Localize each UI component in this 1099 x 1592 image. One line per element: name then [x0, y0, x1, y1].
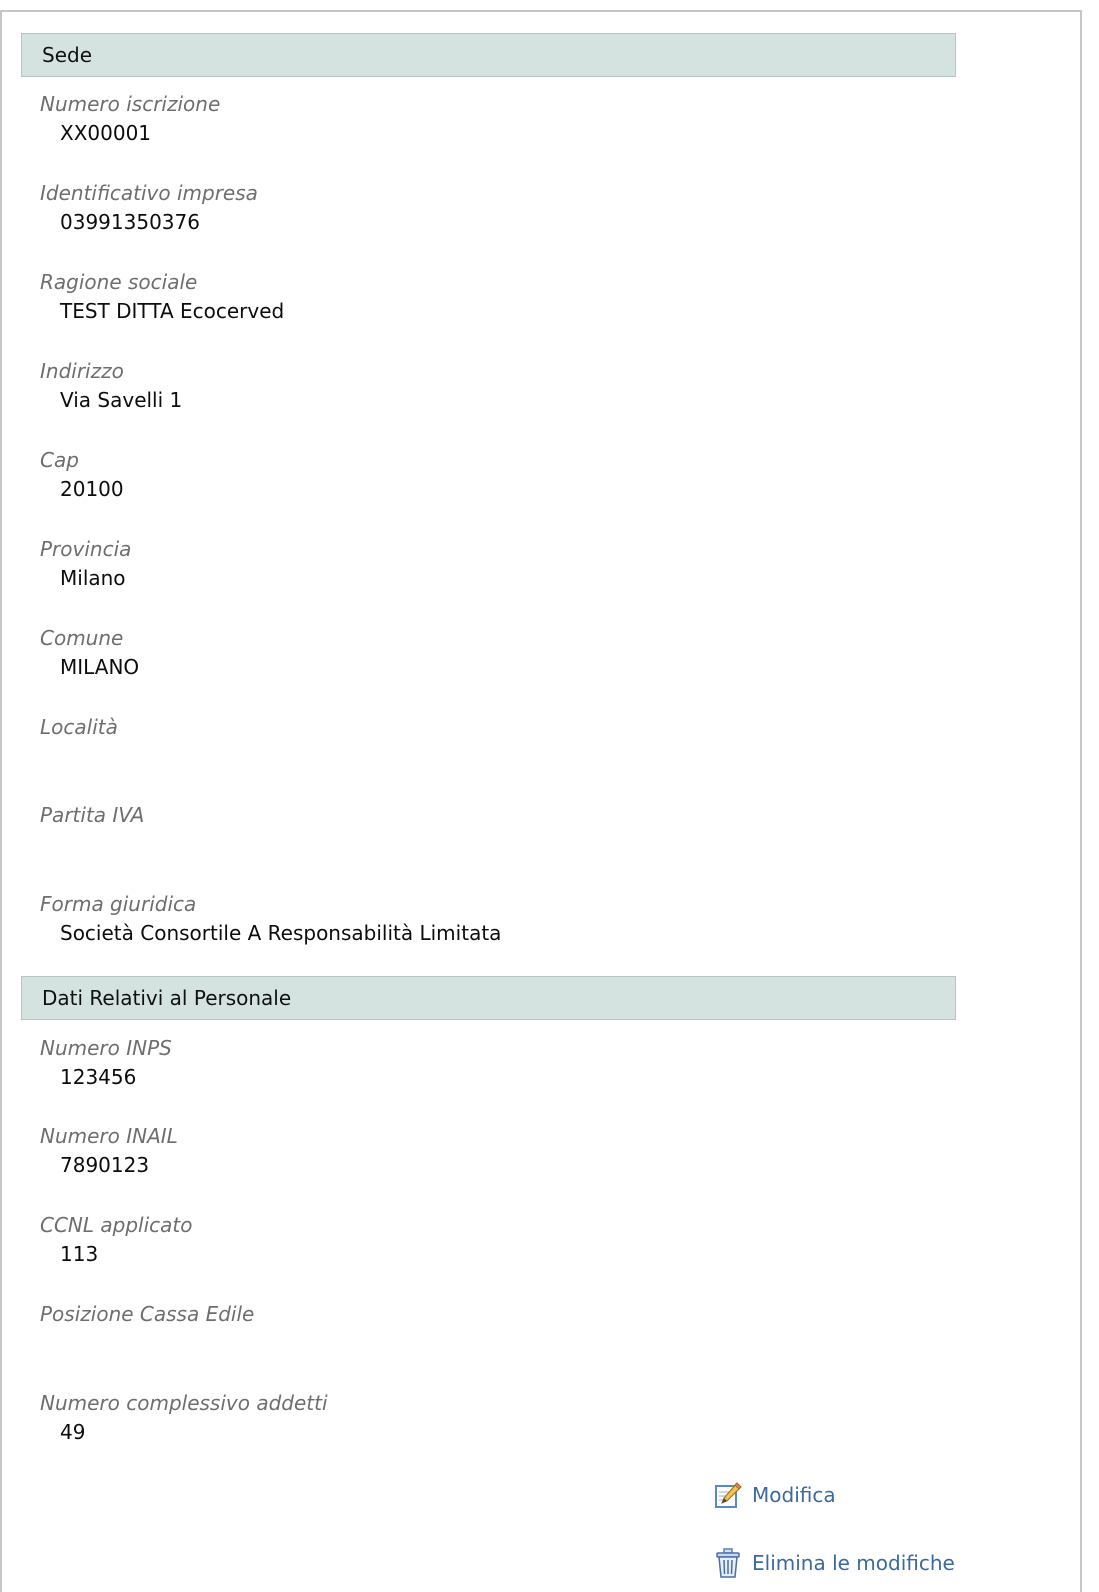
field-value: 7890123 [60, 1153, 150, 1177]
field-value: Milano [60, 566, 126, 590]
field-value: Via Savelli 1 [60, 388, 183, 412]
field-label: Identificativo impresa [40, 181, 258, 205]
edit-link[interactable]: Modifica [713, 1477, 836, 1513]
field-label: Provincia [40, 537, 132, 561]
field-numero-complessivo-addetti: Numero complessivo addetti 49 [40, 1389, 940, 1459]
edit-link-label: Modifica [752, 1483, 836, 1507]
field-partita-iva: Partita IVA [40, 801, 940, 871]
field-comune: Comune MILANO [40, 624, 940, 694]
field-value: 49 [60, 1420, 86, 1444]
field-numero-inps: Numero INPS 123456 [40, 1034, 940, 1104]
field-indirizzo: Indirizzo Via Savelli 1 [40, 357, 940, 427]
discard-changes-link[interactable]: Elimina le modifiche [713, 1545, 955, 1581]
field-value: TEST DITTA Ecocerved [60, 299, 285, 323]
section-title: Sede [42, 43, 92, 67]
field-label: Posizione Cassa Edile [40, 1302, 255, 1326]
discard-changes-link-label: Elimina le modifiche [752, 1551, 955, 1575]
field-value: Società Consortile A Responsabilità Limi… [60, 921, 502, 945]
field-label: Ragione sociale [40, 270, 198, 294]
field-value: 123456 [60, 1065, 137, 1089]
field-posizione-cassa-edile: Posizione Cassa Edile [40, 1300, 940, 1370]
field-label: Numero complessivo addetti [40, 1391, 328, 1415]
section-header-sede: Sede [21, 33, 956, 77]
field-numero-inail: Numero INAIL 7890123 [40, 1122, 940, 1192]
trash-can-icon [713, 1547, 743, 1579]
field-provincia: Provincia Milano [40, 535, 940, 605]
field-ragione-sociale: Ragione sociale TEST DITTA Ecocerved [40, 268, 940, 338]
field-label: CCNL applicato [40, 1213, 193, 1237]
field-identificativo-impresa: Identificativo impresa 03991350376 [40, 179, 940, 249]
field-label: Numero INAIL [40, 1124, 178, 1148]
field-label: Comune [40, 626, 124, 650]
field-value: 20100 [60, 477, 124, 501]
field-label: Numero INPS [40, 1036, 172, 1060]
field-label: Cap [40, 448, 79, 472]
field-value: 03991350376 [60, 210, 200, 234]
field-cap: Cap 20100 [40, 446, 940, 516]
field-localita: Località [40, 713, 940, 783]
field-label: Partita IVA [40, 803, 145, 827]
field-label: Numero iscrizione [40, 92, 221, 116]
field-ccnl-applicato: CCNL applicato 113 [40, 1211, 940, 1281]
section-title: Dati Relativi al Personale [42, 986, 292, 1010]
field-value: MILANO [60, 655, 140, 679]
field-forma-giuridica: Forma giuridica Società Consortile A Res… [40, 890, 940, 960]
field-numero-iscrizione: Numero iscrizione XX00001 [40, 90, 940, 160]
field-label: Forma giuridica [40, 892, 197, 916]
field-value: XX00001 [60, 121, 152, 145]
field-value: 113 [60, 1242, 99, 1266]
field-label: Località [40, 715, 118, 739]
section-header-personale: Dati Relativi al Personale [21, 976, 956, 1020]
pencil-edit-icon [713, 1479, 743, 1511]
field-label: Indirizzo [40, 359, 124, 383]
